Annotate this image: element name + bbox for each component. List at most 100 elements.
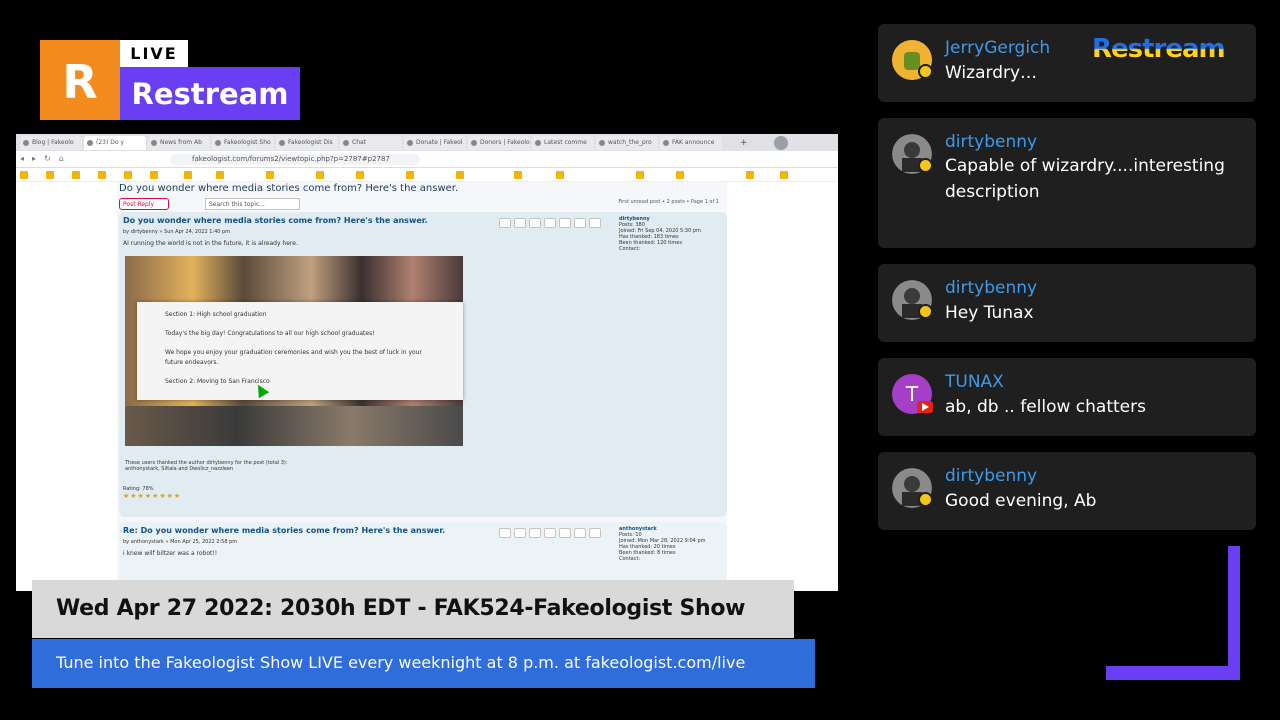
browser-tab[interactable]: Chat xyxy=(340,136,402,150)
pagination: First unread post • 2 posts • Page 1 of … xyxy=(618,199,719,205)
browser-tab[interactable]: Fakeologist Dis xyxy=(276,136,338,150)
brand-label: Restream xyxy=(120,67,300,120)
url-field[interactable]: fakeologist.com/forums2/viewtopic.php?p=… xyxy=(170,154,420,165)
profile-line: Contact: xyxy=(619,556,641,562)
report-icon[interactable] xyxy=(529,218,541,228)
bookmark-folder-icon[interactable] xyxy=(98,171,106,179)
live-badge: LIVE xyxy=(120,40,188,67)
lower-third-title: Wed Apr 27 2022: 2030h EDT - FAK524-Fake… xyxy=(32,580,794,638)
bookmark-folder-icon[interactable] xyxy=(636,171,644,179)
info-icon[interactable] xyxy=(559,528,571,538)
chat-message: JerryGergich Wizardry… Restream xyxy=(878,24,1256,102)
browser-tab[interactable]: News from Ab xyxy=(148,136,210,150)
quote-icon[interactable] xyxy=(574,218,586,228)
post-title[interactable]: Do you wonder where media stories come f… xyxy=(123,216,428,225)
bookmark-folder-icon[interactable] xyxy=(184,171,192,179)
browser-tab[interactable]: Donate | Fakeol xyxy=(404,136,466,150)
bookmark-folder-icon[interactable] xyxy=(72,171,80,179)
browser-tab[interactable]: Donors | Fakeolo xyxy=(468,136,530,150)
bookmark-folder-icon[interactable] xyxy=(746,171,754,179)
bookmark-folder-icon[interactable] xyxy=(216,171,224,179)
embedded-image: Section 1: High school graduation Today'… xyxy=(125,256,463,446)
bookmark-folder-icon[interactable] xyxy=(514,171,522,179)
chat-author: dirtybenny xyxy=(945,132,1038,152)
browser-tab[interactable]: FAK announce xyxy=(660,136,722,150)
post-profile: anthonystark Posts: 10 Joined: Mon Mar 2… xyxy=(619,526,706,562)
post-title[interactable]: Re: Do you wonder where media stories co… xyxy=(123,526,445,535)
screen-share: Blog | Fakeolo (23) Do y News from Ab Fa… xyxy=(16,134,838,591)
bookmark-folder-icon[interactable] xyxy=(316,171,324,179)
post-byline: by dirtybenny » Sun Apr 24, 2022 1:40 pm xyxy=(123,229,231,235)
chat-message: T TUNAX ab, db .. fellow chatters xyxy=(878,358,1256,436)
delete-icon[interactable] xyxy=(514,528,526,538)
post-tools xyxy=(499,218,601,228)
edit-icon[interactable] xyxy=(499,528,511,538)
forum-post: Do you wonder where media stories come f… xyxy=(119,212,727,517)
warn-icon[interactable] xyxy=(544,218,556,228)
chat-text: Capable of wizardry....interesting descr… xyxy=(945,156,1225,202)
corner-bracket xyxy=(1228,546,1240,680)
bookmark-folder-icon[interactable] xyxy=(406,171,414,179)
forum-page: Do you wonder where media stories come f… xyxy=(117,182,727,591)
show-subtitle: Tune into the Fakeologist Show LIVE ever… xyxy=(56,653,746,672)
delete-icon[interactable] xyxy=(514,218,526,228)
quote-icon[interactable] xyxy=(574,528,586,538)
chat-message: dirtybenny Hey Tunax xyxy=(878,264,1256,342)
profile-line: Contact: xyxy=(619,246,641,252)
info-icon[interactable] xyxy=(559,218,571,228)
restream-badge-icon xyxy=(918,492,933,507)
thanks-list: These users thanked the author dirtybenn… xyxy=(125,460,288,472)
doc-section: Today's the big day! Congratulations to … xyxy=(165,330,375,337)
bookmark-folder-icon[interactable] xyxy=(676,171,684,179)
page-heading: Do you wonder where media stories come f… xyxy=(119,183,459,194)
bookmark-folder-icon[interactable] xyxy=(20,171,28,179)
bookmark-folder-icon[interactable] xyxy=(780,171,788,179)
chat-text: Hey Tunax xyxy=(945,303,1034,323)
restream-badge-icon xyxy=(918,64,933,79)
new-tab-icon[interactable]: + xyxy=(740,138,748,148)
document-card: Section 1: High school graduation Today'… xyxy=(137,302,463,400)
browser-tab[interactable]: watch_the_pro xyxy=(596,136,658,150)
bookmark-folder-icon[interactable] xyxy=(150,171,158,179)
browser-tab[interactable]: Fakeologist Sho xyxy=(212,136,274,150)
thanks-icon[interactable] xyxy=(589,528,601,538)
warn-icon[interactable] xyxy=(544,528,556,538)
chat-text: ab, db .. fellow chatters xyxy=(945,397,1146,417)
post-body: AI running the world is not in the futur… xyxy=(123,240,298,247)
send-button[interactable]: Send xyxy=(441,426,461,440)
browser-tab[interactable]: Latest comme xyxy=(532,136,594,150)
doc-section: We hope you enjoy your graduation ceremo… xyxy=(165,349,422,366)
report-icon[interactable] xyxy=(529,528,541,538)
corner-bracket xyxy=(1106,666,1240,680)
chat-message: dirtybenny Good evening, Ab xyxy=(878,452,1256,530)
chat-text: Good evening, Ab xyxy=(945,491,1097,511)
edit-icon[interactable] xyxy=(499,218,511,228)
nav-buttons-icon[interactable]: ◂▸↻⌂ xyxy=(20,154,72,163)
chat-author: JerryGergich xyxy=(945,38,1051,58)
post-tools xyxy=(499,528,601,538)
post-byline: by anthonystark » Mon Apr 25, 2022 2:58 … xyxy=(123,539,238,545)
search-topic-input[interactable]: Search this topic... xyxy=(205,198,300,210)
browser-tab[interactable]: Blog | Fakeolo xyxy=(20,136,82,150)
bookmark-folder-icon[interactable] xyxy=(46,171,54,179)
youtube-badge-icon xyxy=(917,401,933,413)
restream-badge-icon xyxy=(918,158,933,173)
post-profile: dirtybenny Posts: 380 Joined: Fri Sep 04… xyxy=(619,216,701,252)
chat-message: dirtybenny Capable of wizardry....intere… xyxy=(878,118,1256,248)
browser-tab-active[interactable]: (23) Do y xyxy=(84,136,146,150)
bookmark-folder-icon[interactable] xyxy=(556,171,564,179)
thanks-line: anthonystark, Siltala and Dwolicz_nazzle… xyxy=(125,466,234,472)
chat-author: dirtybenny xyxy=(945,466,1038,486)
doc-section: Section 2: Moving to San Francisco xyxy=(165,378,270,385)
lower-third-subtitle: Tune into the Fakeologist Show LIVE ever… xyxy=(32,639,815,688)
thanks-icon[interactable] xyxy=(589,218,601,228)
post-body: i knew wilf biltzer was a robot!! xyxy=(123,550,218,557)
bookmark-folder-icon[interactable] xyxy=(456,171,464,179)
bookmark-folder-icon[interactable] xyxy=(124,171,132,179)
bookmark-folder-icon[interactable] xyxy=(266,171,274,179)
bookmark-folder-icon[interactable] xyxy=(356,171,364,179)
profile-icon[interactable] xyxy=(774,136,788,150)
post-reply-button[interactable]: Post Reply xyxy=(119,198,169,210)
play-icon xyxy=(922,403,929,411)
star-rating[interactable]: ★★★★★★★★ xyxy=(123,492,181,500)
